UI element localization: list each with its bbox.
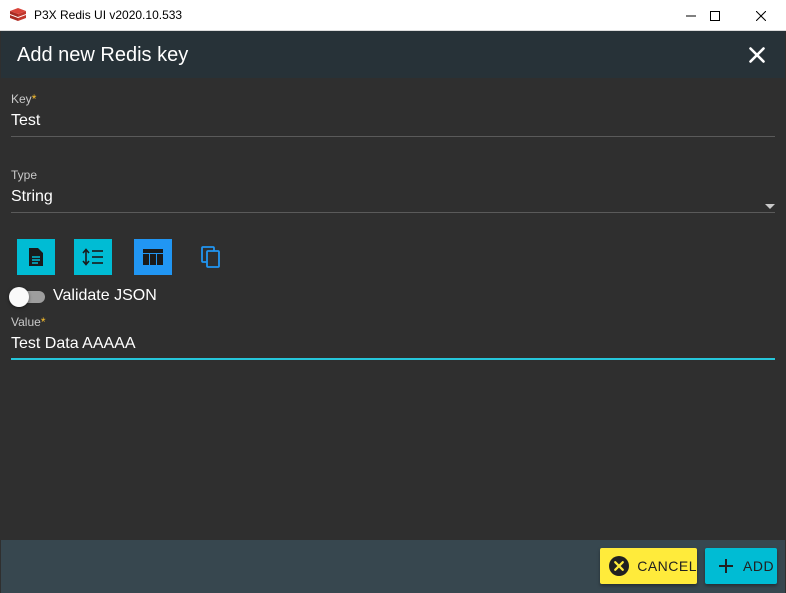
add-button-label: ADD — [743, 558, 775, 574]
value-field[interactable]: Value* Test Data AAAAA — [11, 315, 775, 361]
key-underline — [11, 136, 775, 137]
type-label: Type — [11, 168, 38, 182]
type-select[interactable]: Type String — [11, 168, 775, 213]
cancel-circle-icon — [609, 555, 630, 577]
required-mark: * — [31, 92, 37, 106]
value-label: Value — [11, 315, 41, 329]
key-label: Key — [11, 92, 32, 106]
window-titlebar: P3X Redis UI v2020.10.533 — [0, 0, 786, 31]
required-mark: * — [40, 315, 46, 329]
cancel-button[interactable]: CANCEL — [600, 548, 697, 584]
close-icon — [749, 47, 765, 63]
dialog-content: Key* Test Type String Validate JSON Valu… — [1, 78, 785, 540]
validate-json-toggle[interactable] — [9, 286, 45, 307]
maximize-button[interactable] — [692, 0, 738, 31]
add-button[interactable]: ADD — [705, 548, 777, 584]
redis-logo-icon — [10, 8, 26, 22]
toggle-knob — [9, 287, 29, 307]
table-icon — [143, 249, 163, 265]
dialog-footer: CANCEL ADD — [1, 540, 785, 593]
table-button[interactable] — [134, 239, 172, 275]
maximize-icon — [710, 10, 720, 21]
document-button[interactable] — [17, 239, 55, 275]
copy-icon — [201, 246, 220, 268]
value-underline — [11, 358, 775, 360]
dialog-close-button[interactable] — [745, 43, 769, 67]
dialog-title: Add new Redis key — [17, 44, 189, 66]
dropdown-arrow-icon[interactable] — [765, 204, 775, 209]
key-field[interactable]: Key* Test — [11, 92, 775, 137]
close-icon — [756, 10, 766, 21]
line-height-icon — [82, 248, 103, 266]
validate-json-label[interactable]: Validate JSON — [53, 287, 157, 305]
window-title: P3X Redis UI v2020.10.533 — [34, 8, 183, 22]
type-value[interactable]: String — [11, 188, 775, 206]
value-input[interactable]: Test Data AAAAA — [11, 335, 775, 353]
plus-icon — [715, 555, 737, 577]
line-height-button[interactable] — [74, 239, 112, 275]
window-close-button[interactable] — [738, 0, 784, 31]
key-label-row: Key* — [11, 92, 775, 106]
key-input[interactable]: Test — [11, 112, 775, 130]
value-label-row: Value* — [11, 315, 775, 329]
dialog-header: Add new Redis key — [1, 31, 785, 78]
document-icon — [29, 248, 43, 266]
copy-button[interactable] — [192, 239, 230, 275]
cancel-button-label: CANCEL — [637, 558, 697, 574]
type-underline — [11, 212, 775, 213]
